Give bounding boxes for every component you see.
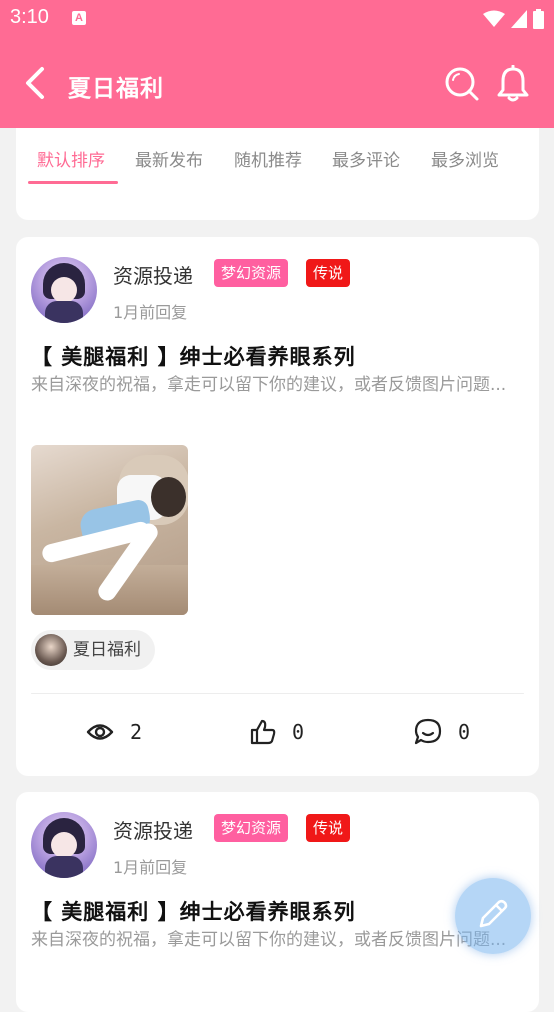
status-bar: 3:10 A <box>0 0 554 38</box>
badge-legend: 传说 <box>306 259 351 287</box>
comment-icon <box>414 718 442 745</box>
status-time: 3:10 <box>10 6 49 28</box>
wifi-icon <box>483 10 505 27</box>
post-title[interactable]: 【 美腿福利 】绅士必看养眼系列 <box>31 896 356 926</box>
topic-chip[interactable]: 夏日福利 <box>31 630 155 670</box>
tab-indicator <box>28 181 118 184</box>
views-count: 2 <box>130 720 143 744</box>
post-card[interactable]: 资源投递 梦幻资源 传说 1月前回复 【 美腿福利 】绅士必看养眼系列 来自深夜… <box>16 237 539 776</box>
comments-stat[interactable]: 0 <box>414 715 470 749</box>
comments-count: 0 <box>458 720 471 744</box>
post-time: 1月前回复 <box>113 303 188 322</box>
app-bar: 夏日福利 <box>0 38 554 128</box>
post-title[interactable]: 【 美腿福利 】绅士必看养眼系列 <box>31 341 356 371</box>
divider <box>31 693 524 694</box>
avatar[interactable] <box>31 257 97 323</box>
badge-fantasy: 梦幻资源 <box>214 814 289 842</box>
search-icon[interactable] <box>444 66 480 102</box>
topic-avatar <box>35 634 67 666</box>
bell-icon[interactable] <box>496 65 530 103</box>
edit-pencil-icon <box>479 899 508 928</box>
post-time: 1月前回复 <box>113 858 188 877</box>
signal-icon <box>511 10 527 28</box>
post-description: 来自深夜的祝福，拿走可以留下你的建议，或者反馈图片问题... <box>31 930 507 950</box>
likes-count: 0 <box>292 720 305 744</box>
page-title: 夏日福利 <box>68 76 164 102</box>
author-name[interactable]: 资源投递 <box>113 815 193 844</box>
post-description: 来自深夜的祝福，拿走可以留下你的建议，或者反馈图片问题... <box>31 375 507 395</box>
tab-most-views[interactable]: 最多浏览 <box>431 146 499 171</box>
tab-most-comments[interactable]: 最多评论 <box>332 146 400 171</box>
tab-latest[interactable]: 最新发布 <box>135 146 203 171</box>
back-arrow-icon[interactable] <box>22 66 50 100</box>
thumbs-up-icon <box>250 719 276 745</box>
sort-tabs: 默认排序 最新发布 随机推荐 最多评论 最多浏览 <box>16 146 539 186</box>
avatar[interactable] <box>31 812 97 878</box>
tab-default-sort[interactable]: 默认排序 <box>37 146 105 171</box>
likes-stat[interactable]: 0 <box>250 715 304 749</box>
topic-label: 夏日福利 <box>73 640 141 660</box>
views-stat[interactable]: 2 <box>86 715 142 749</box>
badge-legend: 传说 <box>306 814 351 842</box>
eye-icon <box>86 724 114 740</box>
author-name[interactable]: 资源投递 <box>113 260 193 289</box>
badge-fantasy: 梦幻资源 <box>214 259 289 287</box>
system-icons <box>483 9 544 29</box>
sort-tabs-card: 默认排序 最新发布 随机推荐 最多评论 最多浏览 <box>16 128 539 220</box>
a-notification-icon: A <box>72 11 86 25</box>
compose-button[interactable] <box>455 878 531 954</box>
tab-random[interactable]: 随机推荐 <box>234 146 302 171</box>
post-image[interactable] <box>31 445 188 615</box>
battery-icon <box>533 9 544 29</box>
